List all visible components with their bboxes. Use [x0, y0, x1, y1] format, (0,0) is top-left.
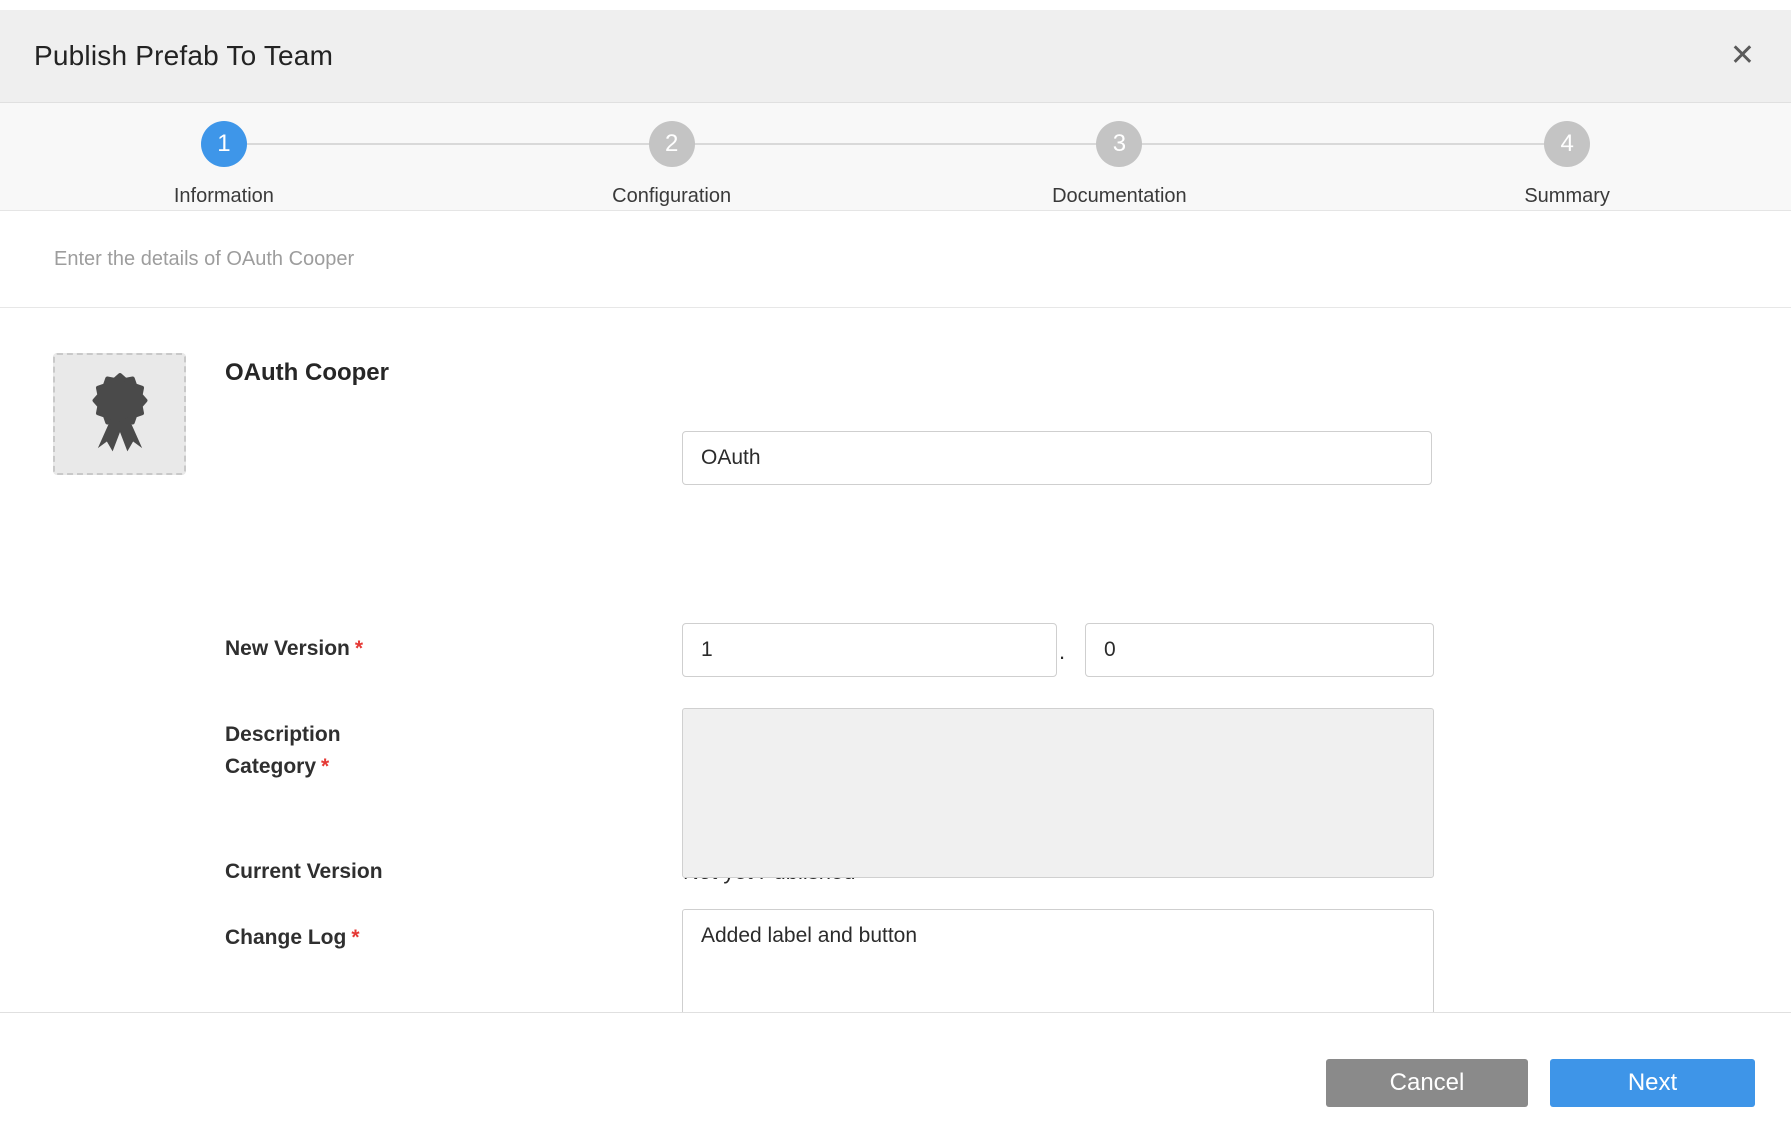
step-configuration[interactable]: 2 Configuration [448, 103, 896, 210]
wizard-stepper: 1 Information 2 Configuration 3 Document… [0, 103, 1791, 211]
dialog-footer: Cancel Next [0, 1012, 1791, 1140]
cancel-button[interactable]: Cancel [1326, 1059, 1528, 1107]
step-4-circle: 4 [1544, 121, 1590, 167]
step-2-circle: 2 [649, 121, 695, 167]
category-input[interactable] [682, 431, 1432, 485]
current-version-label: Current Version [225, 860, 383, 884]
description-textarea [682, 708, 1434, 878]
next-button[interactable]: Next [1550, 1059, 1755, 1107]
change-log-textarea[interactable]: Added label and button [682, 909, 1434, 1012]
step-summary[interactable]: 4 Summary [1343, 103, 1791, 210]
close-icon[interactable]: ✕ [1730, 41, 1755, 71]
step-1-circle: 1 [201, 121, 247, 167]
prefab-name: OAuth Cooper [225, 359, 389, 387]
step-4-label: Summary [1524, 185, 1610, 208]
step-2-label: Configuration [612, 185, 731, 208]
category-required-marker: * [321, 755, 329, 778]
version-separator: . [1059, 639, 1065, 665]
dialog-header: Publish Prefab To Team ✕ [0, 10, 1791, 103]
publish-prefab-dialog: Publish Prefab To Team ✕ 1 Information 2… [0, 0, 1791, 1140]
new-version-label: New Version* [225, 637, 363, 661]
prefab-icon-box [53, 353, 186, 475]
form-content: OAuth Cooper Category* Current Version N… [0, 309, 1791, 1012]
description-label: Description [225, 723, 341, 747]
version-minor-input[interactable] [1085, 623, 1434, 677]
step-1-label: Information [174, 185, 274, 208]
category-label: Category* [225, 755, 329, 779]
step-3-label: Documentation [1052, 185, 1187, 208]
step-description-text: Enter the details of OAuth Cooper [54, 248, 354, 271]
step-description-band: Enter the details of OAuth Cooper [0, 212, 1791, 308]
version-major-input[interactable] [682, 623, 1057, 677]
new-version-required-marker: * [355, 637, 363, 660]
award-ribbon-icon [79, 366, 161, 463]
change-log-label-text: Change Log [225, 926, 346, 949]
dialog-title: Publish Prefab To Team [34, 40, 333, 72]
change-log-label: Change Log* [225, 926, 360, 950]
step-documentation[interactable]: 3 Documentation [896, 103, 1344, 210]
category-label-text: Category [225, 755, 316, 778]
change-log-required-marker: * [351, 926, 359, 949]
new-version-label-text: New Version [225, 637, 350, 660]
step-information[interactable]: 1 Information [0, 103, 448, 210]
step-3-circle: 3 [1096, 121, 1142, 167]
